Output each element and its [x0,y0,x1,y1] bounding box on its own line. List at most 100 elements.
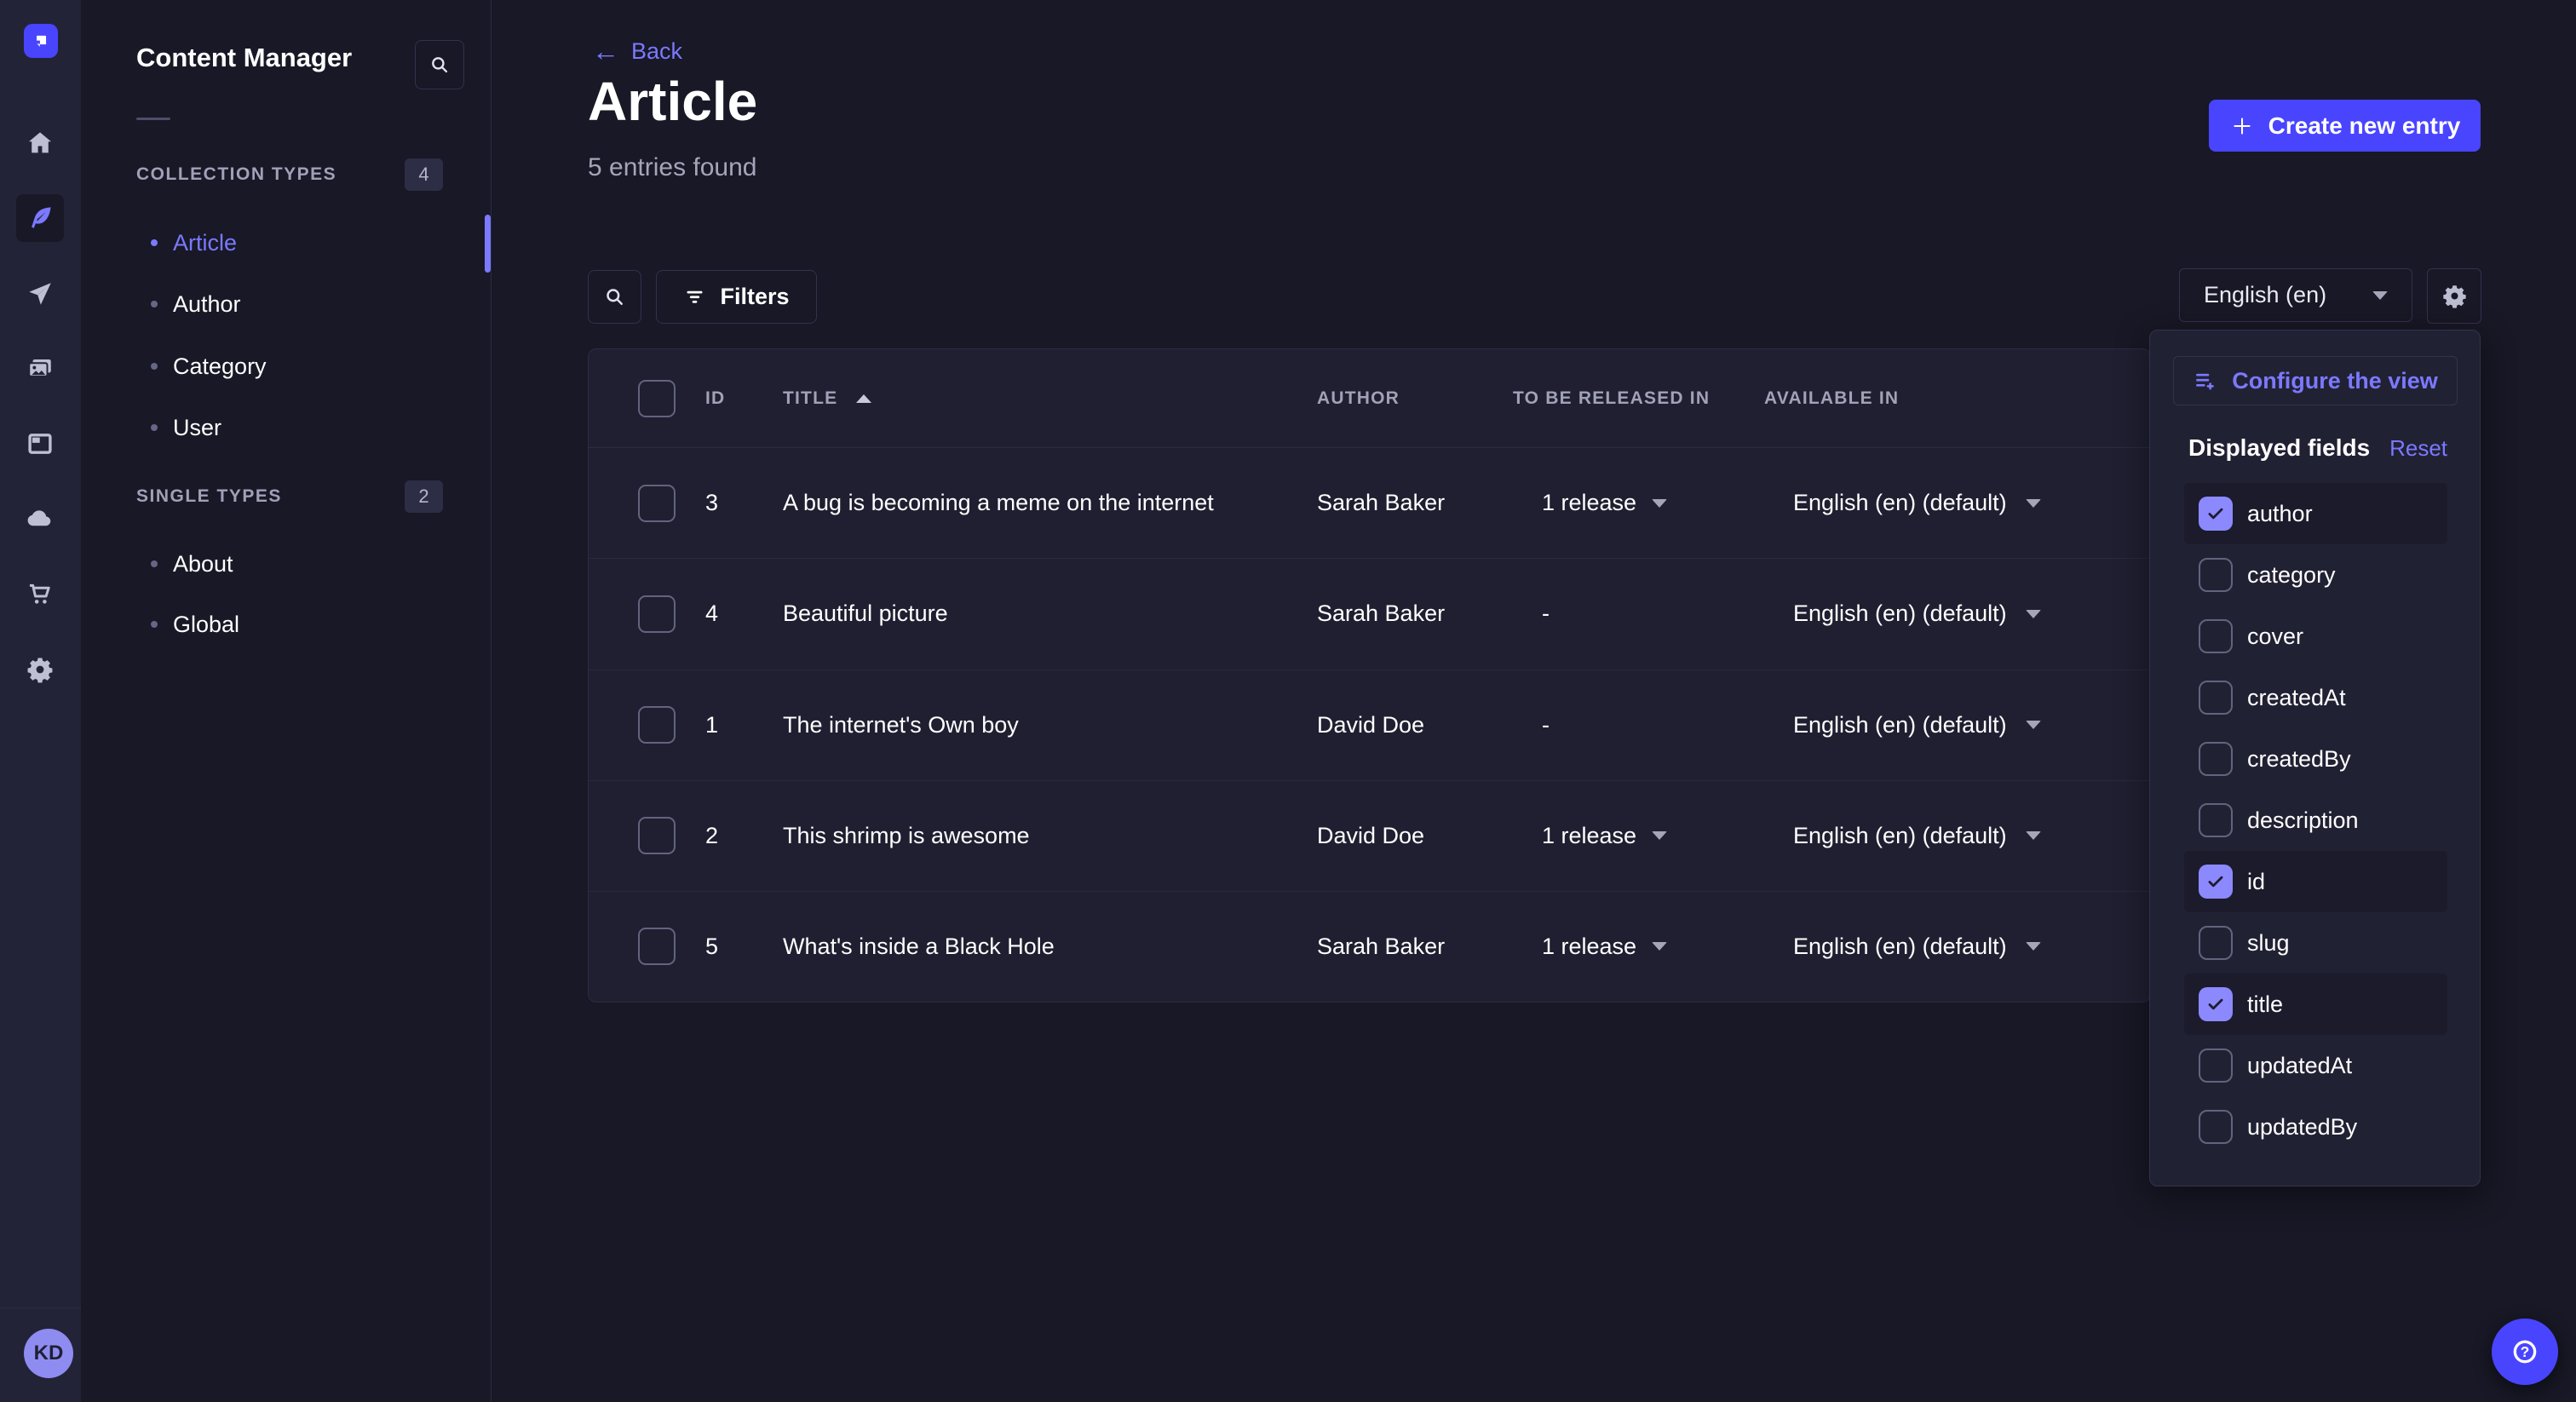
field-option-author[interactable]: author [2184,483,2447,544]
select-all-checkbox[interactable] [638,380,676,417]
back-link[interactable]: ← Back [592,37,682,65]
help-button[interactable]: ? [2492,1319,2558,1385]
checkbox-unchecked-icon[interactable] [2199,558,2233,592]
bullet-icon [151,424,158,431]
strapi-logo[interactable] [24,24,58,58]
sidebar-item-article[interactable]: Article [136,214,477,272]
checkbox-unchecked-icon[interactable] [2199,926,2233,960]
cell-available[interactable]: English (en) (default) [1764,490,2150,516]
table-row[interactable]: 5 What's inside a Black Hole Sarah Baker… [589,891,2150,1002]
checkbox-unchecked-icon[interactable] [2199,803,2233,837]
cell-available[interactable]: English (en) (default) [1764,712,2150,738]
paper-plane-icon[interactable] [16,270,64,318]
reset-link[interactable]: Reset [2389,435,2447,462]
back-arrow-icon: ← [592,37,619,65]
cell-released[interactable]: 1 release [1513,823,1764,849]
locale-value: English (en) [2204,282,2326,308]
sidebar-item-global[interactable]: Global [136,595,477,653]
search-icon [603,285,626,308]
column-header-released[interactable]: TO BE RELEASED IN [1513,388,1764,409]
column-header-author[interactable]: AUTHOR [1317,388,1513,409]
cloud-icon[interactable] [16,494,64,542]
field-label: createdBy [2247,746,2351,773]
home-icon[interactable] [16,119,64,167]
create-new-entry-button[interactable]: Create new entry [2209,100,2481,152]
field-option-id[interactable]: id [2184,851,2447,912]
cell-released[interactable]: 1 release [1513,490,1764,516]
row-checkbox[interactable] [638,595,676,633]
field-option-createdAt[interactable]: createdAt [2184,667,2447,728]
checkbox-checked-icon[interactable] [2199,987,2233,1021]
field-label: updatedAt [2247,1053,2352,1079]
row-checkbox[interactable] [638,817,676,854]
table-search-button[interactable] [588,270,641,324]
column-header-title[interactable]: TITLE [783,388,837,409]
view-settings-popover: Configure the view Displayed fields Rese… [2149,330,2481,1187]
sidebar-title: Content Manager [136,43,352,73]
chevron-down-icon [2026,831,2041,840]
cell-available[interactable]: English (en) (default) [1764,934,2150,960]
active-item-indicator [485,215,491,273]
checkbox-unchecked-icon[interactable] [2199,1110,2233,1144]
table-row[interactable]: 2 This shrimp is awesome David Doe 1 rel… [589,780,2150,891]
cell-released[interactable]: 1 release [1513,934,1764,960]
field-option-createdBy[interactable]: createdBy [2184,728,2447,790]
checkbox-unchecked-icon[interactable] [2199,681,2233,715]
search-icon [428,54,451,76]
field-option-slug[interactable]: slug [2184,912,2447,974]
column-header-id[interactable]: ID [705,388,783,409]
feather-content-manager-icon[interactable] [16,194,64,242]
cell-available[interactable]: English (en) (default) [1764,600,2150,627]
view-settings-button[interactable] [2427,268,2481,324]
sort-ascending-icon[interactable] [856,394,871,403]
cell-title: Beautiful picture [783,600,1317,627]
title-divider [136,118,170,120]
row-checkbox[interactable] [638,928,676,965]
row-checkbox[interactable] [638,485,676,522]
sidebar-item-user[interactable]: User [136,399,477,457]
cart-icon[interactable] [16,570,64,618]
field-option-title[interactable]: title [2184,974,2447,1035]
sidebar-item-about[interactable]: About [136,535,477,593]
row-checkbox[interactable] [638,706,676,744]
sidebar-item-category[interactable]: Category [136,337,477,395]
checkbox-unchecked-icon[interactable] [2199,619,2233,653]
user-avatar[interactable]: KD [24,1329,73,1378]
sidebar-search-button[interactable] [415,40,464,89]
chevron-down-icon [2026,942,2041,951]
checkbox-unchecked-icon[interactable] [2199,742,2233,776]
table-row[interactable]: 3 A bug is becoming a meme on the intern… [589,448,2150,558]
field-option-category[interactable]: category [2184,544,2447,606]
question-mark-icon: ? [2508,1335,2542,1369]
section-count-badge: 4 [405,158,443,191]
filters-button[interactable]: Filters [656,270,817,324]
plus-icon [2229,113,2255,139]
checkbox-unchecked-icon[interactable] [2199,1049,2233,1083]
field-option-updatedAt[interactable]: updatedAt [2184,1035,2447,1096]
sidebar-item-label: Author [173,291,241,318]
column-header-available[interactable]: AVAILABLE IN [1764,388,2150,409]
cell-title: A bug is becoming a meme on the internet [783,490,1317,516]
settings-gear-icon[interactable] [16,646,64,693]
table-row[interactable]: 1 The internet's Own boy David Doe - Eng… [589,669,2150,780]
svg-text:?: ? [2521,1343,2530,1360]
configure-view-button[interactable]: Configure the view [2173,356,2458,405]
field-option-updatedBy[interactable]: updatedBy [2184,1096,2447,1158]
cell-id: 4 [705,600,783,627]
sidebar-item-label: Category [173,353,267,380]
media-library-icon[interactable] [16,346,64,394]
sidebar-item-label: User [173,415,221,441]
checkbox-checked-icon[interactable] [2199,497,2233,531]
layout-icon[interactable] [16,420,64,468]
sidebar-item-author[interactable]: Author [136,275,477,333]
checkbox-checked-icon[interactable] [2199,865,2233,899]
cell-available[interactable]: English (en) (default) [1764,823,2150,849]
field-label: author [2247,501,2313,527]
locale-select[interactable]: English (en) [2179,268,2412,322]
back-label: Back [631,38,682,65]
table-row[interactable]: 4 Beautiful picture Sarah Baker - Englis… [589,558,2150,669]
page-title: Article [588,70,757,133]
field-option-cover[interactable]: cover [2184,606,2447,667]
field-option-description[interactable]: description [2184,790,2447,851]
field-label: slug [2247,930,2290,957]
